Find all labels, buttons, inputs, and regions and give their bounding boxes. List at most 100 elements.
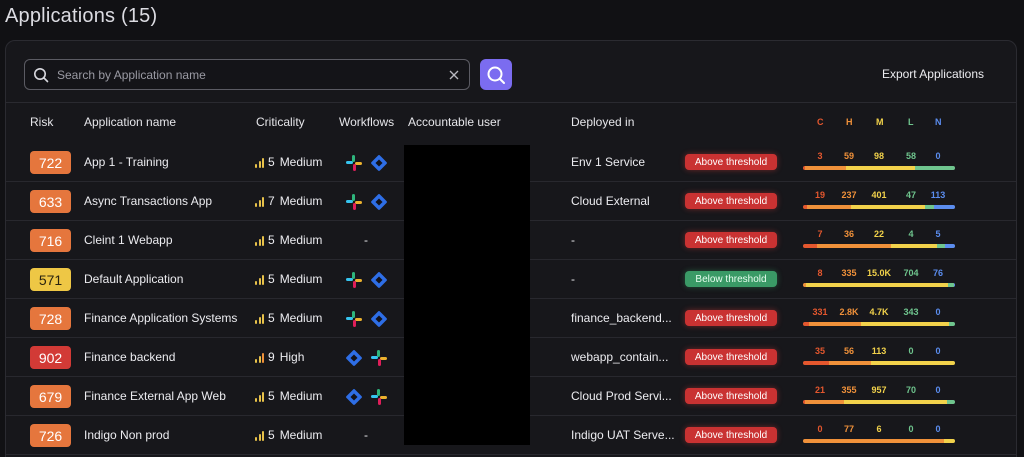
signal-bars-icon [255,196,265,207]
slack-icon[interactable] [369,348,389,368]
jira-icon[interactable] [344,348,364,368]
column-header-criticality[interactable]: Criticality [256,115,305,129]
workflow-icons [344,270,389,290]
jira-icon[interactable] [369,192,389,212]
severity-count-c: 21 [814,385,825,395]
export-applications-button[interactable]: Export Applications [882,67,984,81]
application-name[interactable]: Default Application [84,272,183,286]
severity-bar-segment-m [891,244,937,248]
severity-header-m: M [876,117,884,127]
criticality: 7 Medium [255,194,322,208]
severity-count-l: 0 [908,346,914,356]
search-icon [25,59,57,90]
severity-bar-segment-m [861,322,949,326]
severity-bar-segment-n [944,244,955,248]
severity-bar-segment-h [805,166,847,170]
application-name[interactable]: Cleint 1 Webapp [84,233,173,247]
signal-bars-icon [255,430,265,441]
criticality-score: 5 [268,311,275,325]
severity-bar-segment-m [944,439,955,443]
application-name[interactable]: Indigo Non prod [84,428,169,442]
deployed-in: webapp_contain... [571,350,669,364]
severity-bar-segment-l [947,400,955,404]
severity-count-n: 113 [930,190,946,200]
application-name[interactable]: Async Transactions App [84,194,212,208]
criticality: 5 Medium [255,311,322,325]
workflow-empty: - [364,428,368,442]
severity-count-h: 355 [841,385,857,395]
severity-count-h: 2.8K [839,307,859,317]
risk-score-badge: 679 [30,385,71,408]
application-name[interactable]: Finance backend [84,350,175,364]
severity-count-n: 5 [935,229,941,239]
severity-count-l: 47 [905,190,916,200]
search-input[interactable] [57,67,439,82]
criticality: 5 Medium [255,155,322,169]
threshold-badge: Above threshold [685,310,777,326]
risk-score-badge: 716 [30,229,71,252]
slack-icon[interactable] [369,387,389,407]
column-header-risk[interactable]: Risk [30,115,53,129]
jira-icon[interactable] [369,309,389,329]
severity-count-n: 0 [935,424,941,434]
search-box[interactable] [24,59,470,90]
signal-bars-icon [255,235,265,246]
criticality: 5 Medium [255,233,322,247]
application-name[interactable]: Finance Application Systems [84,311,237,325]
criticality-score: 9 [268,350,275,364]
severity-distribution-bar [803,283,955,287]
application-name[interactable]: Finance External App Web [84,389,226,403]
threshold-badge: Above threshold [685,154,777,170]
slack-icon[interactable] [344,153,364,173]
severity-count-c: 3 [817,151,823,161]
criticality-label: Medium [279,311,323,325]
risk-score-badge: 902 [30,346,71,369]
slack-icon[interactable] [344,270,364,290]
slack-icon[interactable] [344,192,364,212]
column-header-workflows[interactable]: Workflows [339,115,394,129]
severity-bar-segment-m [806,283,948,287]
severity-header-l: L [908,117,914,127]
jira-icon[interactable] [369,153,389,173]
threshold-badge: Above threshold [685,388,777,404]
workflow-icons [344,192,389,212]
severity-distribution-bar [803,361,955,365]
threshold-badge: Above threshold [685,193,777,209]
criticality-label: High [279,350,305,364]
severity-distribution-bar [803,439,955,443]
search-icon [487,66,505,84]
signal-bars-icon [255,274,265,285]
deployed-in: Cloud External [571,194,650,208]
severity-count-c: 0 [817,424,823,434]
severity-count-h: 77 [843,424,854,434]
severity-header-n: N [935,117,942,127]
severity-count-c: 35 [814,346,825,356]
application-name[interactable]: App 1 - Training [84,155,169,169]
severity-bar-segment-l [947,283,955,287]
column-header-application-name[interactable]: Application name [84,115,176,129]
workflow-empty: - [364,233,368,247]
severity-count-n: 0 [935,385,941,395]
criticality-score: 5 [268,389,275,403]
severity-bar-segment-h [805,400,844,404]
severity-bar-segment-h [803,439,944,443]
search-button[interactable] [480,59,512,90]
criticality-label: Medium [279,233,323,247]
severity-count-c: 8 [817,268,823,278]
slack-icon[interactable] [344,309,364,329]
severity-count-n: 0 [935,307,941,317]
column-header-accountable-user[interactable]: Accountable user [408,115,501,129]
deployed-in: Cloud Prod Servi... [571,389,672,403]
column-header-deployed-in[interactable]: Deployed in [571,115,634,129]
jira-icon[interactable] [369,270,389,290]
severity-bar-segment-h [829,361,871,365]
severity-distribution-bar [803,166,955,170]
deployed-in: - [571,272,575,286]
jira-icon[interactable] [344,387,364,407]
signal-bars-icon [255,313,265,324]
clear-icon[interactable] [439,59,469,90]
severity-count-m: 113 [871,346,887,356]
severity-count-l: 704 [903,268,919,278]
severity-bar-segment-l [925,205,934,209]
criticality: 9 High [255,350,304,364]
